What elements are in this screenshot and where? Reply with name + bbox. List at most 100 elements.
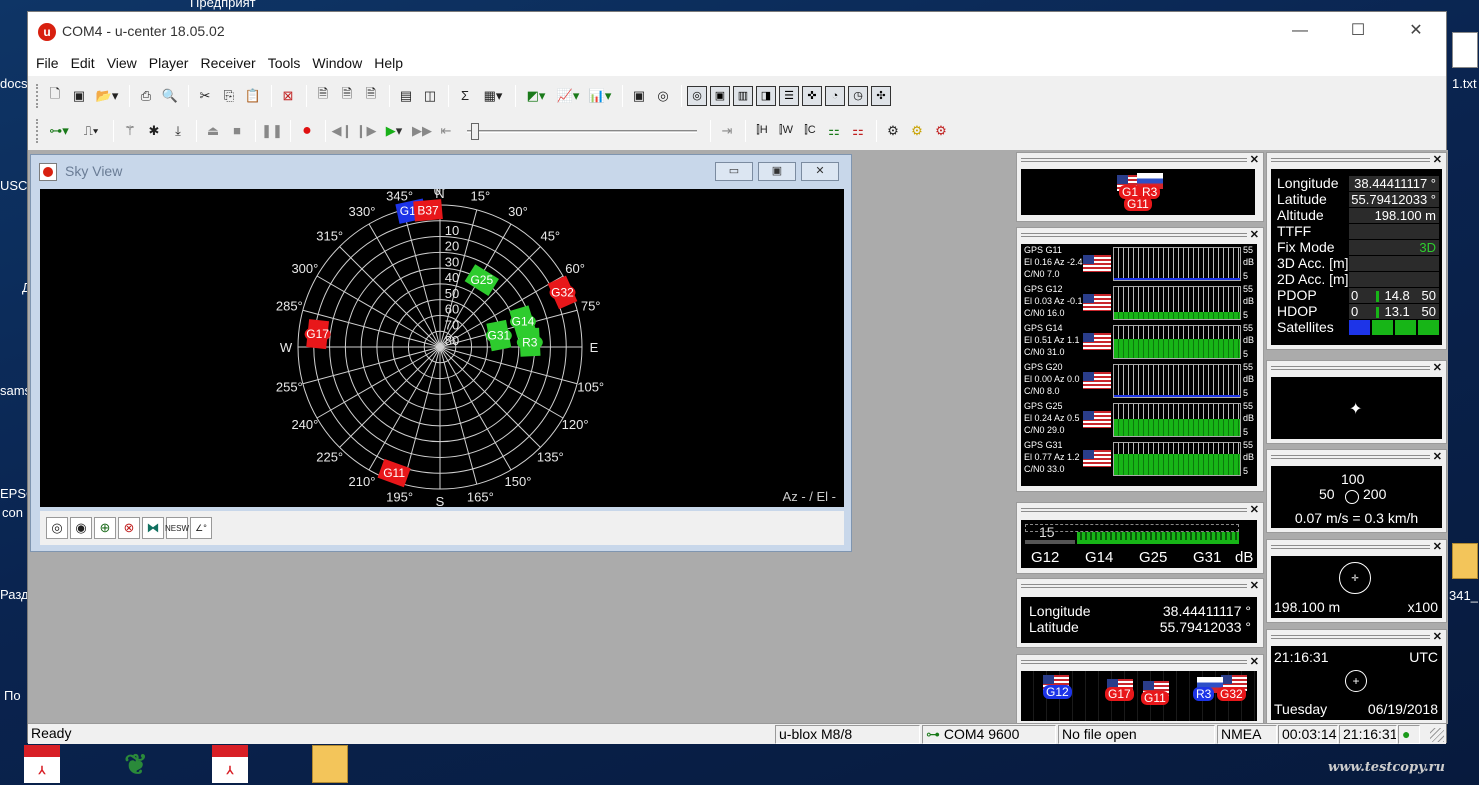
binary-console-icon[interactable]: ◫: [419, 85, 441, 107]
pdf-file-icon[interactable]: ⅄: [212, 745, 248, 783]
cold-start-icon[interactable]: ⫿C: [799, 120, 821, 142]
sky-close-button[interactable]: ✕: [801, 162, 839, 181]
pane-close-icon[interactable]: ✕: [1250, 153, 1259, 166]
pane-close-icon[interactable]: ✕: [1250, 503, 1259, 516]
text-console-icon[interactable]: ☰: [779, 85, 799, 106]
fast-forward-icon[interactable]: ▶▶: [411, 120, 433, 142]
sky-filter-icon[interactable]: ⧓: [142, 517, 164, 539]
download-icon[interactable]: ⤓: [167, 120, 189, 142]
gnss-reset-icon[interactable]: ⚏: [847, 120, 869, 142]
open-folder-icon[interactable]: 📂▾: [92, 85, 122, 107]
slider-thumb[interactable]: [471, 122, 479, 140]
world-map-icon[interactable]: ◨: [756, 85, 776, 106]
compass-icon[interactable]: ✜: [802, 85, 822, 106]
menu-tools[interactable]: Tools: [268, 55, 301, 71]
toolbar-grip[interactable]: [36, 83, 40, 108]
goto-end-icon[interactable]: ⇥: [716, 120, 738, 142]
desktop-icon-label[interactable]: По: [4, 688, 27, 703]
clear-icon[interactable]: ⊠: [277, 85, 299, 107]
copy-icon[interactable]: ⎘: [218, 85, 240, 107]
resize-grip-icon[interactable]: [1430, 728, 1444, 742]
step-back-icon[interactable]: ◀❙: [331, 120, 353, 142]
document-file-icon[interactable]: [1452, 32, 1478, 68]
desktop-icon-label[interactable]: sams: [0, 383, 27, 398]
sky-globe-icon[interactable]: ⊕: [94, 517, 116, 539]
sky-elevation-icon[interactable]: ∠°: [190, 517, 212, 539]
pane-close-icon[interactable]: ✕: [1250, 655, 1259, 668]
desktop-icon-label[interactable]: con: [2, 505, 27, 520]
playback-slider[interactable]: [467, 120, 697, 142]
toolbar-grip[interactable]: [36, 118, 40, 143]
debug-icon[interactable]: ✱: [143, 120, 165, 142]
speedometer-icon[interactable]: ◔: [825, 85, 845, 106]
sky-restore-button[interactable]: ▣: [758, 162, 796, 181]
histogram-icon[interactable]: 📊▾: [585, 85, 615, 107]
menu-player[interactable]: Player: [149, 55, 189, 71]
new-file-icon[interactable]: 🗋: [44, 85, 66, 107]
print-icon[interactable]: ⎙: [135, 85, 157, 107]
menu-file[interactable]: File: [36, 55, 59, 71]
sky-view-icon[interactable]: ◎: [652, 85, 674, 107]
pane-close-icon[interactable]: ✕: [1433, 540, 1442, 553]
pane-close-icon[interactable]: ✕: [1433, 153, 1442, 166]
stop-poll-icon[interactable]: ⚙: [930, 120, 952, 142]
title-bar[interactable]: u COM4 - u-center 18.05.02 — ☐ ✕: [28, 12, 1446, 50]
clock-icon[interactable]: ◷: [848, 85, 868, 106]
save-icon[interactable]: ▣: [68, 85, 90, 107]
sky-minimize-button[interactable]: ▭: [715, 162, 753, 181]
baudrate-icon[interactable]: ⎍▾: [76, 120, 106, 142]
desktop-icon-label[interactable]: EPSC: [0, 486, 27, 501]
data-view-icon[interactable]: ▣: [710, 85, 730, 106]
eject-icon[interactable]: ⏏: [202, 120, 224, 142]
gnss-settings-icon[interactable]: ⚏: [823, 120, 845, 142]
desktop-icon-label[interactable]: Разд: [0, 587, 27, 602]
paste-icon[interactable]: 📋: [242, 85, 264, 107]
auto-poll-icon[interactable]: ⚙: [906, 120, 928, 142]
archive-tool-icon[interactable]: ❦: [118, 745, 154, 783]
satellite-R3[interactable]: R3: [516, 327, 543, 357]
config-view-icon[interactable]: 🗎: [312, 85, 334, 107]
autobaud-icon[interactable]: ⚚: [119, 120, 141, 142]
desktop-icon-label[interactable]: docs: [0, 76, 27, 91]
pane-close-icon[interactable]: ✕: [1433, 361, 1442, 374]
menu-help[interactable]: Help: [374, 55, 403, 71]
pane-close-icon[interactable]: ✕: [1250, 579, 1259, 592]
statistics-icon[interactable]: Σ: [454, 85, 476, 107]
desktop-icon-label[interactable]: 1.txt: [1452, 76, 1477, 91]
menu-view[interactable]: View: [107, 55, 137, 71]
cut-icon[interactable]: ✂: [194, 85, 216, 107]
step-forward-icon[interactable]: ❙▶: [355, 120, 377, 142]
deviation-map-icon[interactable]: ◎: [687, 85, 707, 106]
warm-start-icon[interactable]: ⫿W: [775, 120, 797, 142]
sky-compass-label-icon[interactable]: NESW: [165, 517, 189, 539]
poll-icon[interactable]: ⚙: [882, 120, 904, 142]
connection-icon[interactable]: ⊶▾: [44, 120, 74, 142]
pane-close-icon[interactable]: ✕: [1433, 450, 1442, 463]
menu-window[interactable]: Window: [312, 55, 362, 71]
minimize-button[interactable]: —: [1271, 12, 1329, 50]
desktop-icon-label[interactable]: 341_: [1449, 588, 1478, 603]
play-icon[interactable]: ▶ ▾: [379, 120, 409, 142]
line-chart-icon[interactable]: 📈▾: [553, 85, 583, 107]
receive-config-icon[interactable]: 🗎: [336, 85, 358, 107]
pane-close-icon[interactable]: ✕: [1250, 228, 1259, 241]
zip-folder-icon[interactable]: [312, 745, 348, 783]
pause-icon[interactable]: ❚❚: [261, 120, 283, 142]
rewind-start-icon[interactable]: ⇤: [435, 120, 457, 142]
sky-grid-icon[interactable]: ⊗: [118, 517, 140, 539]
table-view-icon[interactable]: ▦▾: [478, 85, 508, 107]
chart-view-icon[interactable]: ◩▾: [521, 85, 551, 107]
record-icon[interactable]: ●: [296, 120, 318, 142]
stop-icon[interactable]: ■: [226, 120, 248, 142]
zip-folder-icon[interactable]: [1452, 543, 1478, 579]
sky-plot[interactable]: 0° 15° 30° 45° 60° 75° 105° 120° 135° 150° 165° 195…: [40, 183, 844, 509]
altimeter-icon[interactable]: ✣: [871, 85, 891, 106]
map-view-icon[interactable]: ▣: [628, 85, 650, 107]
print-preview-icon[interactable]: 🔍: [159, 85, 181, 107]
satellite-G32[interactable]: G32: [547, 275, 578, 310]
maximize-button[interactable]: ☐: [1329, 12, 1387, 50]
menu-receiver[interactable]: Receiver: [200, 55, 255, 71]
close-button[interactable]: ✕: [1387, 12, 1445, 50]
sky-rings-icon[interactable]: ◉: [70, 517, 92, 539]
satellite-B37[interactable]: B37: [413, 199, 443, 222]
